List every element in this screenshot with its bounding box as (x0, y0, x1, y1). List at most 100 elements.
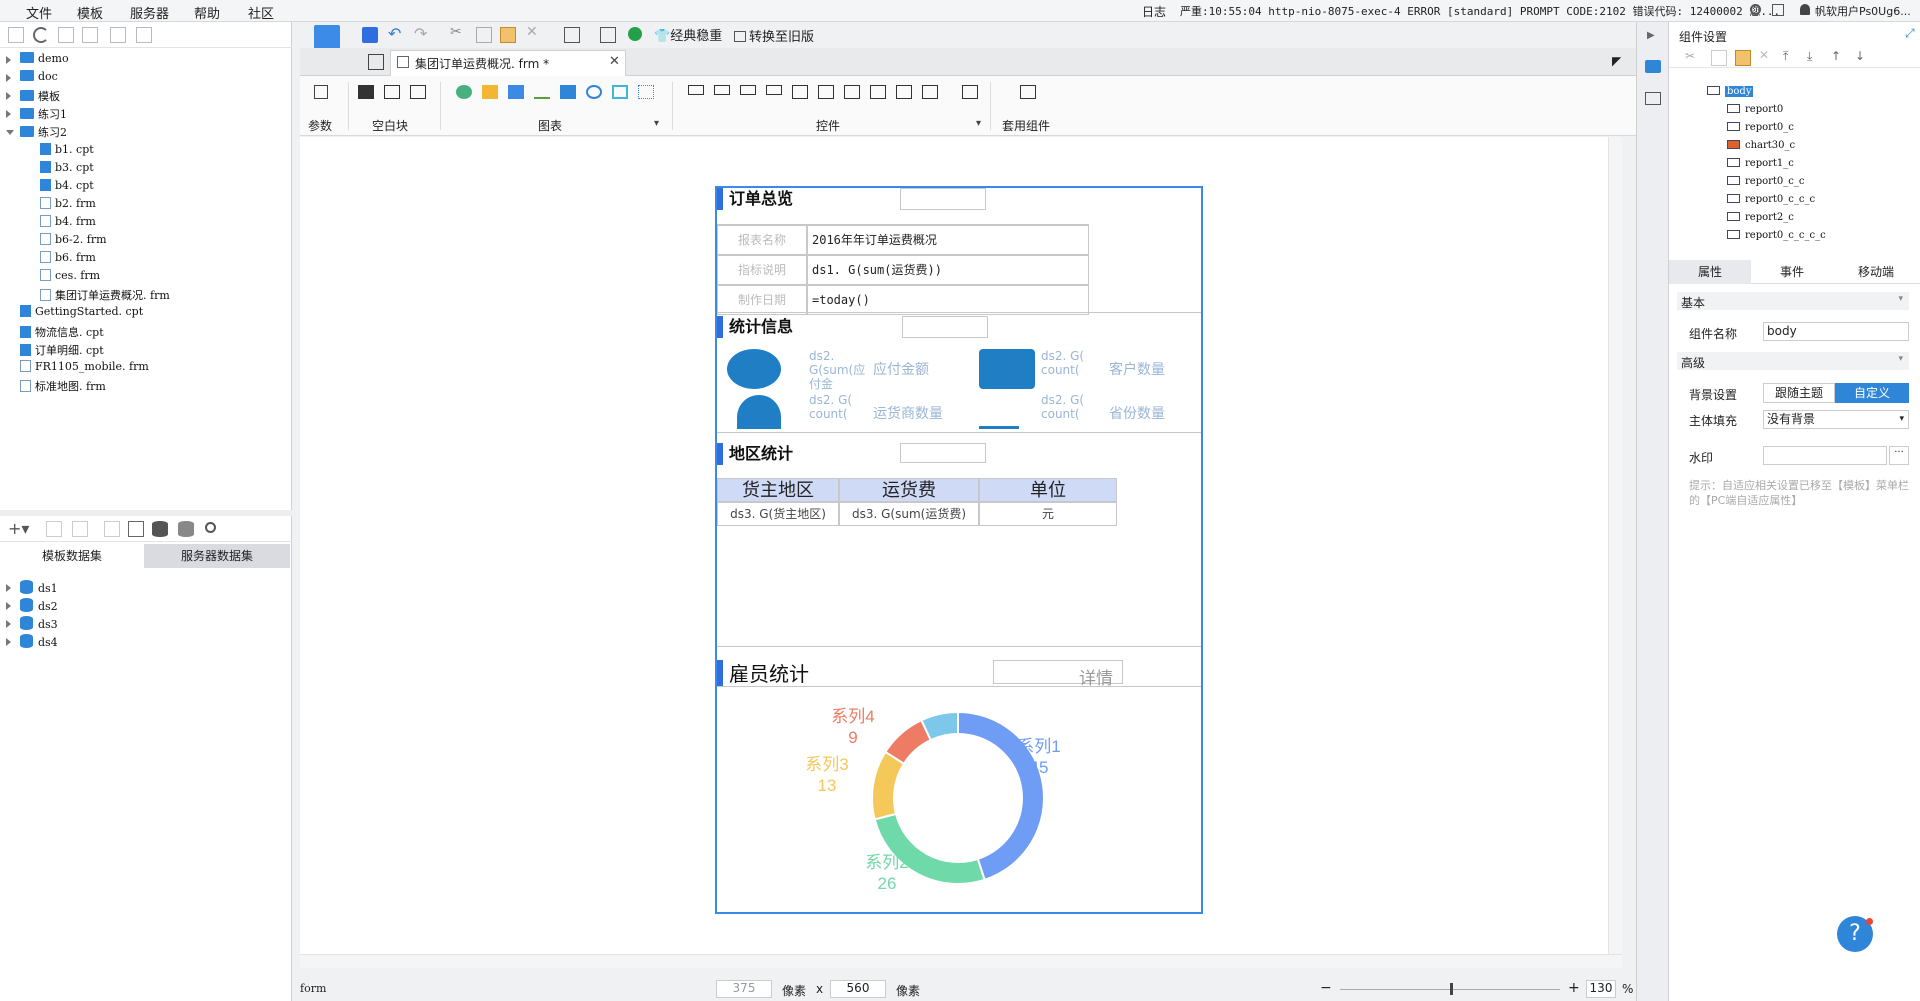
tree-item[interactable]: b2. frm (40, 196, 96, 214)
number-widget-icon[interactable] (740, 85, 756, 95)
log-link[interactable]: 日志 (1142, 3, 1166, 20)
menu-community[interactable]: 社区 (248, 3, 274, 22)
preview-icon[interactable] (104, 521, 120, 537)
section-title-employee[interactable]: 雇员统计 (717, 660, 809, 686)
stats-grid[interactable]: ds2. G(sum(应付金 应付金额 ds2. G( count(客户数量 ds2.… (717, 345, 1187, 429)
menu-file[interactable]: 文件 (26, 3, 52, 22)
section-title-stats[interactable]: 统计信息 (717, 316, 793, 338)
ribbon-widgets[interactable]: 控件 (816, 117, 840, 134)
menu-template[interactable]: 模板 (77, 3, 103, 22)
component-tree-item[interactable]: report0_c_c (1727, 176, 1804, 187)
zoom-input[interactable]: 130 (1586, 980, 1616, 998)
undo-icon[interactable]: ↶ (388, 24, 401, 43)
chevron-right-icon[interactable] (6, 620, 11, 628)
database-icon[interactable] (152, 521, 168, 537)
overview-label-cell[interactable]: 指标说明 (717, 255, 807, 285)
absolute-block-icon[interactable] (358, 85, 374, 99)
stat-label-cell[interactable]: 省份数量 (1109, 403, 1165, 423)
table-cell[interactable]: 元 (979, 502, 1117, 526)
tree-item[interactable]: b6-2. frm (40, 233, 107, 250)
tree-item[interactable]: 订单明细. cpt (20, 342, 104, 359)
collapse-icon[interactable]: ▶ (1647, 30, 1655, 41)
table-cell[interactable]: ds3. G(货主地区) (717, 502, 839, 526)
table-header-cell[interactable]: 运货费 (839, 478, 979, 502)
tree-item[interactable]: FR1105_mobile. frm (20, 359, 149, 377)
watermark-input[interactable] (1763, 446, 1887, 465)
dataset-item[interactable]: ds4 (6, 634, 58, 651)
component-tree-item[interactable]: report0_c_c_c_c (1727, 230, 1826, 241)
widget-settings-icon[interactable] (1645, 60, 1661, 73)
name-input[interactable]: body (1763, 322, 1909, 341)
tree-item[interactable]: b4. cpt (40, 178, 94, 196)
width-input[interactable]: 375 (716, 980, 772, 998)
note-icon[interactable] (1772, 4, 1784, 16)
table-header-cell[interactable]: 单位 (979, 478, 1117, 502)
checkbox-group-icon[interactable] (896, 85, 912, 99)
text-area-icon[interactable] (870, 85, 886, 99)
tree-item[interactable]: 集团订单运费概况. frm (40, 287, 170, 304)
stat-label-cell[interactable]: 客户数量 (1109, 359, 1165, 379)
advanced-group[interactable]: 高级 ▾ (1677, 352, 1909, 370)
title-cell[interactable] (900, 188, 986, 210)
tree-item[interactable]: doc (6, 70, 58, 87)
chevron-right-icon[interactable] (6, 602, 11, 610)
tree-item[interactable]: GettingStarted. cpt (20, 305, 143, 322)
cut-comp-icon[interactable]: ✂ (1685, 49, 1701, 65)
cut-icon[interactable]: ✂ (450, 24, 462, 40)
stat-formula-cell[interactable]: ds2. G( count( (1041, 349, 1103, 377)
donut-slice[interactable] (871, 750, 906, 821)
radio-group-icon[interactable] (922, 85, 938, 99)
dataset-item[interactable]: ds1 (6, 580, 58, 597)
overview-label-cell[interactable]: 报表名称 (717, 225, 807, 255)
chevron-right-icon[interactable] (6, 110, 11, 119)
scatter-chart-icon[interactable] (638, 85, 654, 99)
section-title-overview[interactable]: 订单总览 (717, 188, 793, 210)
chevron-down-icon[interactable]: ▾ (654, 118, 659, 129)
overview-value-cell[interactable]: =today() (807, 285, 1089, 315)
dataset-item[interactable]: ds3 (6, 616, 58, 633)
stat-formula-cell[interactable]: ds2. G(sum(应付金 (809, 349, 871, 391)
open-icon[interactable] (58, 27, 74, 43)
title-cell[interactable] (902, 316, 988, 338)
check-icon[interactable] (628, 27, 642, 41)
save-icon[interactable] (362, 27, 378, 43)
tree-item[interactable]: ces. frm (40, 269, 100, 286)
close-tab-icon[interactable]: ✕ (609, 54, 620, 69)
delete-icon[interactable] (110, 27, 126, 43)
move-bottom-icon[interactable]: ⤓ (1807, 49, 1823, 65)
zoom-thumb[interactable] (1450, 983, 1453, 995)
section-title-region[interactable]: 地区统计 (717, 443, 793, 465)
convert-button[interactable]: 转换至旧版 (734, 26, 814, 45)
theme-button[interactable]: 👕经典稳重 (654, 25, 722, 44)
layout-icon[interactable] (1645, 92, 1661, 105)
ribbon-blank[interactable]: 空白块 (372, 117, 408, 134)
table-cell[interactable]: ds3. G(sum(运货费) (839, 502, 979, 526)
ribbon-charts[interactable]: 图表 (538, 117, 562, 134)
tree-item[interactable]: 练习1 (6, 106, 67, 123)
component-tree-item[interactable]: report0_c (1727, 122, 1794, 133)
chevron-right-icon[interactable] (6, 92, 11, 101)
component-tree-item[interactable]: report0 (1727, 104, 1783, 115)
tree-item[interactable]: b1. cpt (40, 142, 94, 160)
overview-label-cell[interactable]: 制作日期 (717, 285, 807, 315)
vertical-scrollbar[interactable] (1608, 137, 1622, 968)
button-widget-icon[interactable] (688, 85, 704, 95)
chevron-right-icon[interactable] (6, 638, 11, 646)
grid-icon[interactable] (368, 54, 384, 70)
component-tree-item[interactable]: report1_c (1727, 158, 1794, 169)
tab-block-icon[interactable] (384, 85, 400, 99)
component-tree-item[interactable]: report0_c_c_c (1727, 194, 1815, 205)
ribbon-params[interactable]: 参数 (308, 117, 332, 134)
menu-help[interactable]: 帮助 (194, 3, 220, 22)
tab-properties[interactable]: 属性 (1669, 260, 1751, 284)
redo-icon[interactable]: ↷ (414, 24, 427, 43)
bg-custom[interactable]: 自定义 (1835, 383, 1909, 403)
preview-tool-icon[interactable] (564, 27, 580, 43)
bg-follow-theme[interactable]: 跟随主题 (1763, 383, 1835, 403)
widgets-chevron-icon[interactable]: ▾ (976, 118, 981, 129)
tab-template-datasets[interactable]: 模板数据集 (0, 544, 144, 568)
table-header-cell[interactable]: 货主地区 (717, 478, 839, 502)
pie-chart-icon[interactable] (456, 85, 472, 99)
bell-icon[interactable] (1800, 4, 1810, 15)
clear-icon[interactable]: ✕ (526, 24, 538, 40)
